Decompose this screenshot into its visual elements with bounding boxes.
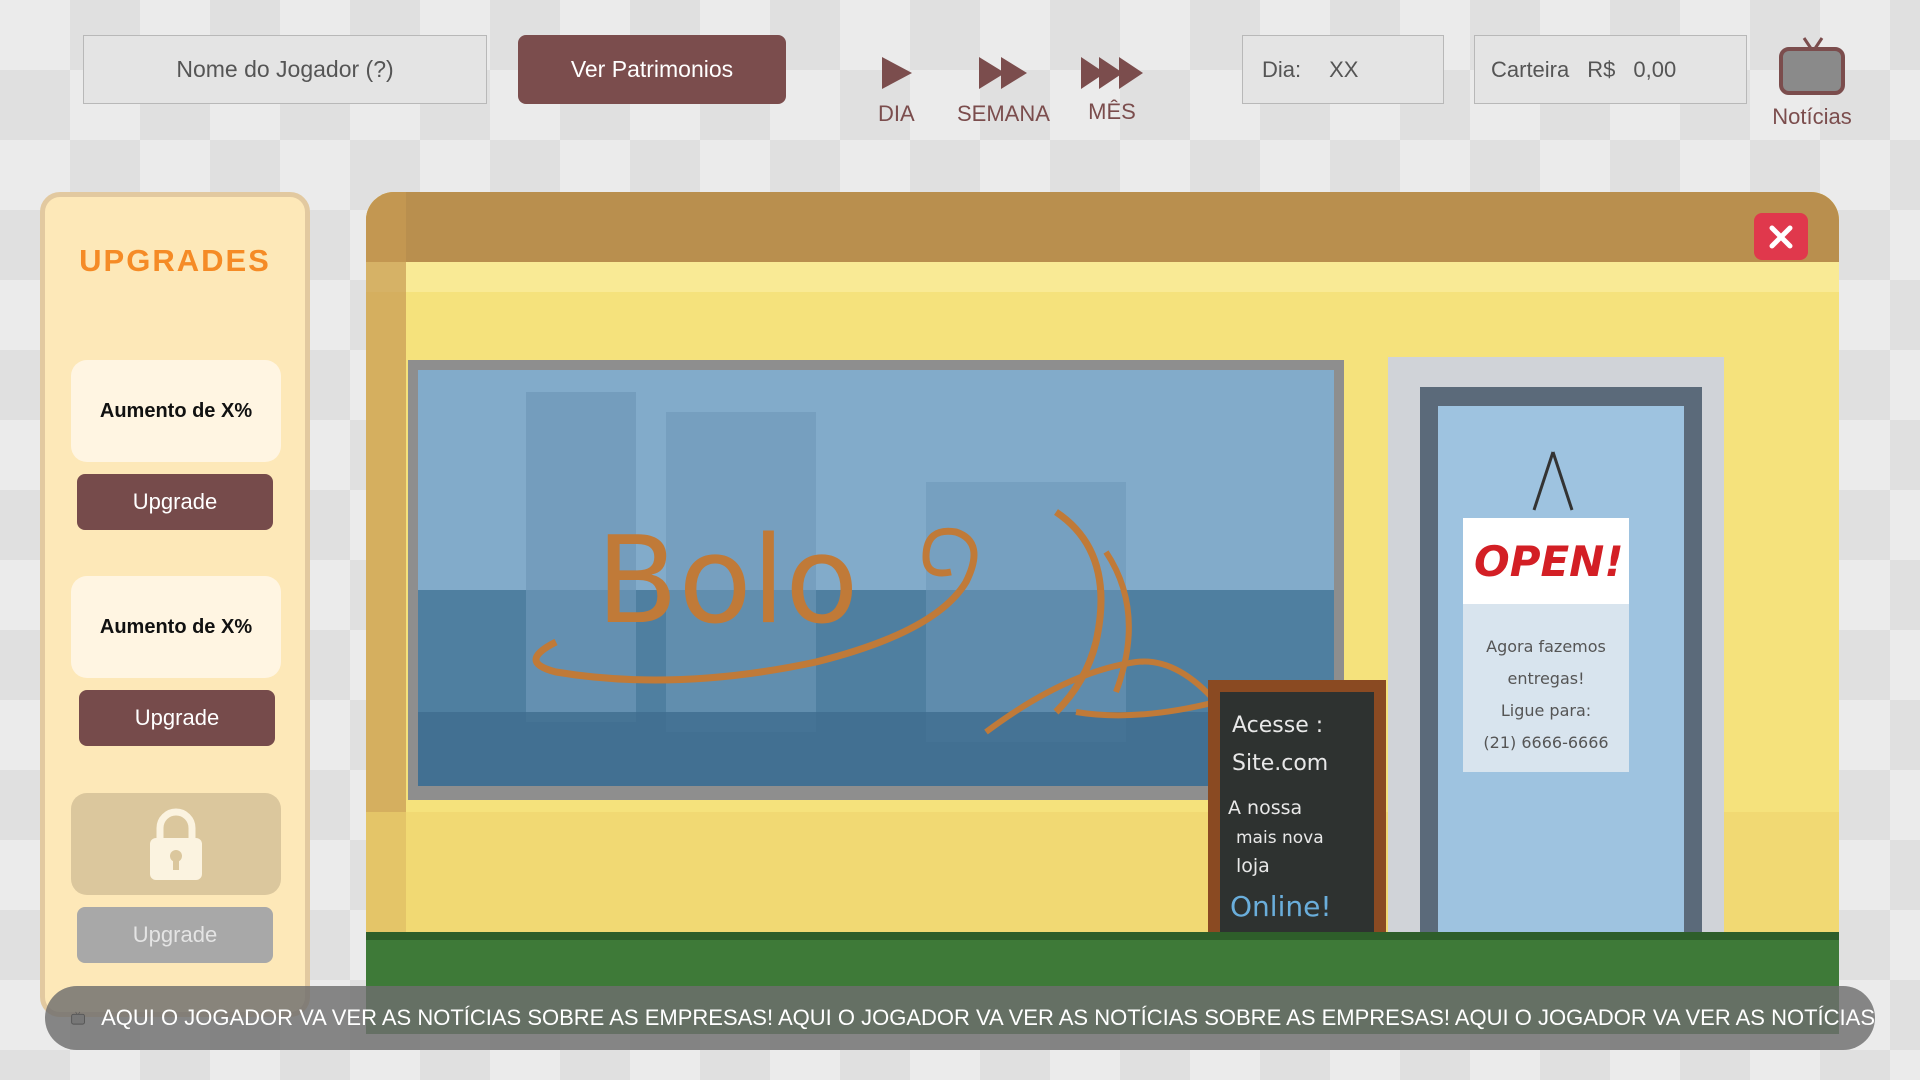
- door-notice-line-1: Agora fazemos: [1486, 637, 1606, 656]
- chalk-line-4: mais nova: [1236, 828, 1324, 848]
- day-label: Dia:: [1262, 56, 1302, 82]
- upgrades-panel: UPGRADES Aumento de X% Upgrade Aumento d…: [40, 192, 310, 1017]
- chalk-line-5: loja: [1236, 855, 1270, 877]
- shop-scene: Bolo Acesse : Site.com A nossa mais nova…: [366, 192, 1839, 1034]
- upgrade-button-2[interactable]: Upgrade: [79, 690, 275, 746]
- speed-week-label: SEMANA: [957, 101, 1050, 126]
- open-sign-text: OPEN!: [1474, 537, 1623, 586]
- speed-day-button[interactable]: DIA: [878, 55, 915, 127]
- upgrade-button-3: Upgrade: [77, 907, 273, 963]
- bakery-storefront: Bolo Acesse : Site.com A nossa mais nova…: [366, 192, 1839, 1034]
- day-value: XX: [1329, 56, 1359, 82]
- door-notice-line-3: Ligue para:: [1501, 701, 1591, 720]
- chalk-line-2: Site.com: [1232, 751, 1328, 776]
- tv-icon: [71, 1011, 85, 1025]
- news-ticker[interactable]: AQUI O JOGADOR VA VER AS NOTÍCIAS SOBRE …: [45, 986, 1875, 1050]
- upgrade-card-1: Aumento de X%: [71, 360, 281, 462]
- door-notice-line-4: (21) 6666-6666: [1483, 733, 1608, 752]
- shop-name-text: Bolo: [596, 512, 859, 651]
- upgrades-title: UPGRADES: [79, 243, 271, 278]
- upgrade-card-locked: [71, 793, 281, 895]
- wallet-value: 0,00: [1633, 56, 1677, 82]
- close-button[interactable]: [1754, 213, 1808, 260]
- view-assets-button[interactable]: Ver Patrimonios: [518, 35, 786, 104]
- news-label: Notícias: [1772, 104, 1852, 129]
- upgrade-description: Aumento de X%: [99, 615, 253, 638]
- play-icon: [882, 57, 913, 89]
- wallet-display: Carteira R$ 0,00: [1474, 35, 1747, 104]
- door-notice-line-2: entregas!: [1507, 669, 1584, 688]
- triple-forward-icon: [1081, 57, 1143, 89]
- day-display: Dia: XX: [1242, 35, 1444, 104]
- wallet-label: Carteira: [1491, 56, 1570, 82]
- upgrade-description: Aumento de X%: [99, 399, 253, 422]
- speed-week-button[interactable]: SEMANA: [957, 55, 1050, 127]
- chalk-line-1: Acesse :: [1232, 713, 1323, 738]
- wallet-currency: R$: [1587, 56, 1616, 82]
- fast-forward-icon: [979, 57, 1028, 89]
- upgrade-button-1[interactable]: Upgrade: [77, 474, 273, 530]
- chalk-line-3: A nossa: [1228, 797, 1302, 819]
- ticker-text: AQUI O JOGADOR VA VER AS NOTÍCIAS SOBRE …: [101, 1005, 1875, 1030]
- lock-icon: [150, 808, 202, 880]
- player-name-text: Nome do Jogador (?): [176, 56, 394, 82]
- player-name-field[interactable]: Nome do Jogador (?): [83, 35, 487, 104]
- chalk-line-6: Online!: [1230, 890, 1332, 923]
- upgrade-card-2: Aumento de X%: [71, 576, 281, 678]
- speed-day-label: DIA: [878, 101, 915, 126]
- close-icon: [1769, 225, 1793, 248]
- speed-month-label: MÊS: [1088, 99, 1136, 124]
- speed-month-button[interactable]: MÊS: [1079, 55, 1145, 125]
- tv-icon: [1779, 37, 1845, 95]
- news-button[interactable]: Notícias: [1768, 34, 1856, 130]
